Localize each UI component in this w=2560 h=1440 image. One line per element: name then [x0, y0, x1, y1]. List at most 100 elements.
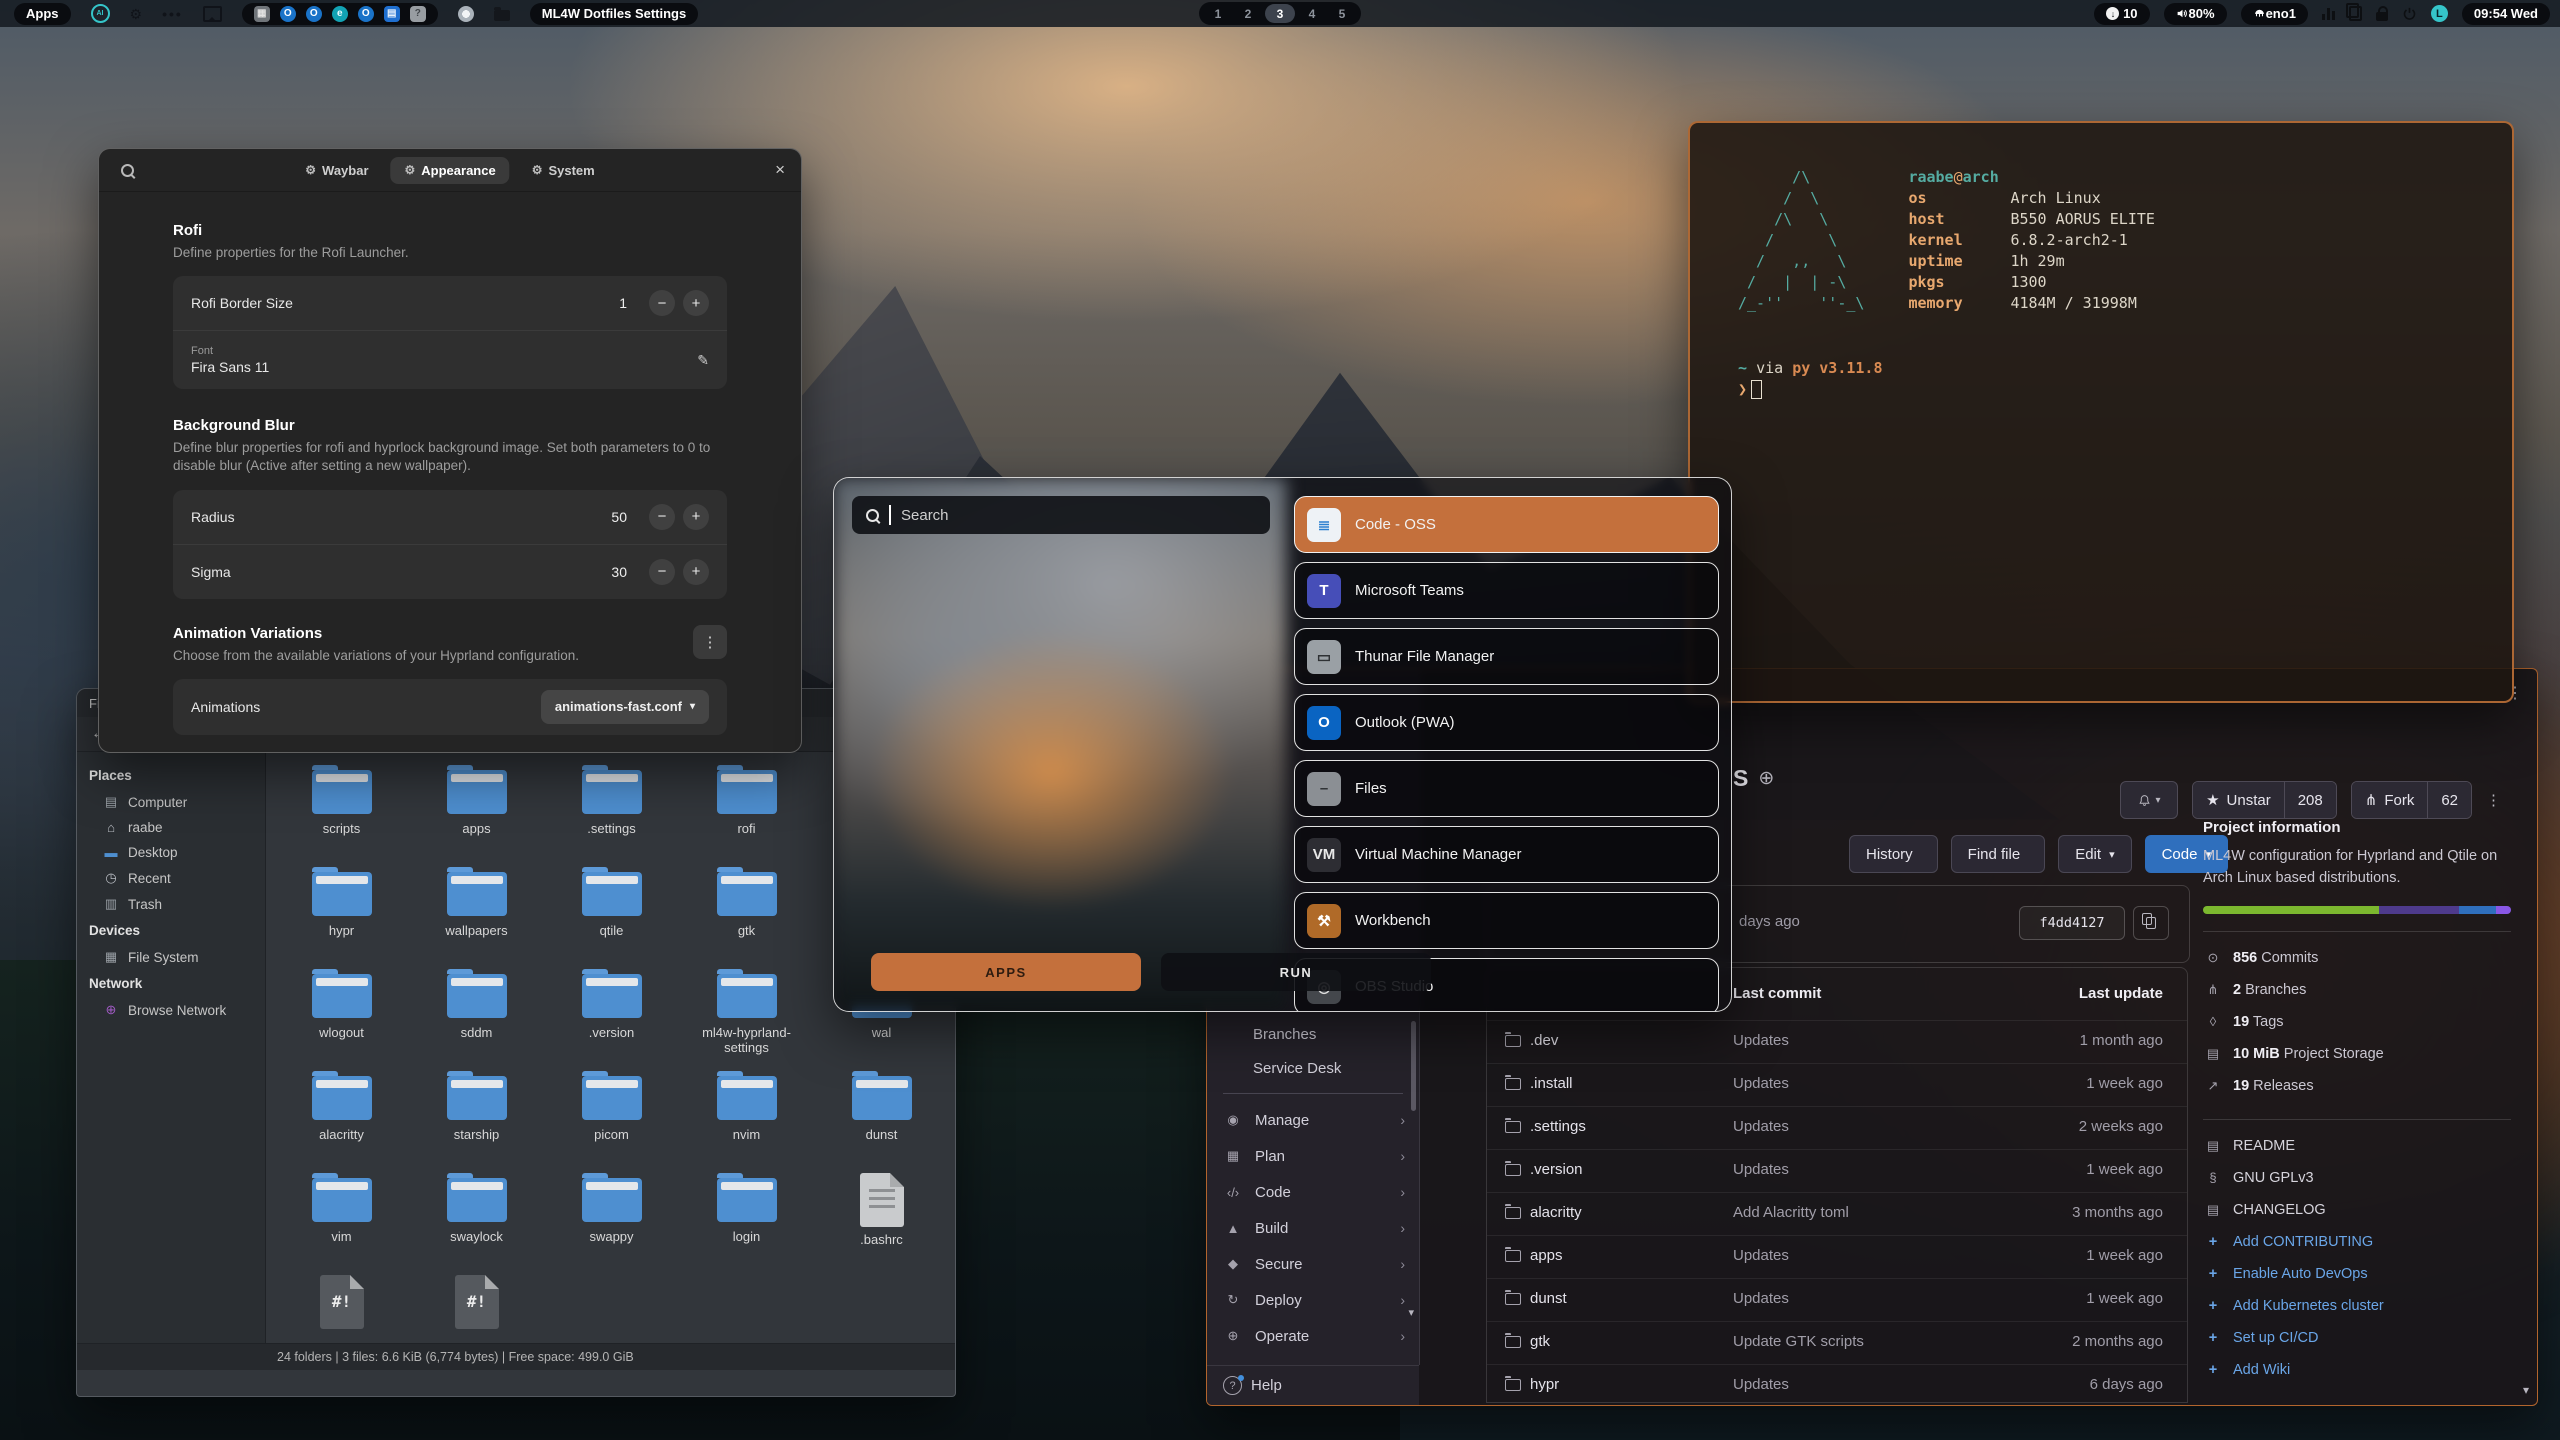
- network-pill[interactable]: eno1: [2241, 3, 2308, 25]
- launcher-app-item[interactable]: VM Virtual Machine Manager: [1294, 826, 1719, 883]
- sidebar-group[interactable]: ↻ Deploy ›: [1207, 1282, 1419, 1318]
- commit-message[interactable]: Updates: [1733, 1161, 1789, 1178]
- file-grid-item[interactable]: gtk: [679, 864, 814, 966]
- commit-message[interactable]: Updates: [1733, 1290, 1789, 1307]
- dock-app-icon[interactable]: e: [332, 6, 348, 22]
- updates-pill[interactable]: ↓ 10: [2094, 3, 2149, 25]
- workspace-button[interactable]: 3: [1265, 4, 1295, 23]
- actions-kebab-icon[interactable]: ⋮: [2486, 791, 2501, 809]
- dock-app-icon[interactable]: O: [358, 6, 374, 22]
- increment-button[interactable]: +: [683, 290, 709, 316]
- dock-app-icon[interactable]: O: [306, 6, 322, 22]
- file-grid-item[interactable]: rofi: [679, 762, 814, 864]
- file-name[interactable]: alacritty: [1530, 1204, 1582, 1221]
- wallpaper-icon[interactable]: [203, 6, 222, 22]
- workspace-button[interactable]: 4: [1299, 4, 1325, 23]
- workspace-button[interactable]: 2: [1235, 4, 1261, 23]
- sidebar-group[interactable]: ‹/› Code ›: [1207, 1174, 1419, 1210]
- repo-button[interactable]: Find file: [1951, 835, 2046, 873]
- sidebar-group[interactable]: ◆ Secure ›: [1207, 1246, 1419, 1282]
- file-grid-item[interactable]: #!: [274, 1272, 409, 1343]
- dock-app-icon[interactable]: ▤: [384, 6, 400, 22]
- scroll-down-icon[interactable]: ▾: [2523, 1383, 2529, 1397]
- project-action-link[interactable]: + Set up CI/CD: [2203, 1322, 2511, 1354]
- file-name[interactable]: hypr: [1530, 1376, 1559, 1393]
- commit-message[interactable]: Updates: [1733, 1376, 1789, 1393]
- file-grid-item[interactable]: .version: [544, 966, 679, 1068]
- project-action-link[interactable]: + Add Wiki: [2203, 1354, 2511, 1386]
- launcher-app-item[interactable]: ≣ Code - OSS: [1294, 496, 1719, 553]
- project-stat[interactable]: ▤ 10 MiB Project Storage: [2203, 1038, 2511, 1070]
- workspace-button[interactable]: 5: [1329, 4, 1355, 23]
- file-grid-item[interactable]: .bashrc: [814, 1170, 949, 1272]
- table-row[interactable]: dunst Updates 1 week ago: [1487, 1278, 2187, 1321]
- project-action-link[interactable]: + Add Kubernetes cluster: [2203, 1290, 2511, 1322]
- close-icon[interactable]: ×: [775, 160, 785, 180]
- sidebar-group[interactable]: ▦ Plan ›: [1207, 1138, 1419, 1174]
- file-grid-item[interactable]: dunst: [814, 1068, 949, 1170]
- power-icon[interactable]: [2402, 6, 2417, 21]
- lock-icon[interactable]: [2376, 12, 2388, 21]
- sidebar-place-item[interactable]: ◷ Recent: [77, 865, 265, 891]
- clock-pill[interactable]: 09:54 Wed: [2462, 3, 2550, 25]
- file-grid-item[interactable]: ml4w-hyprland-settings: [679, 966, 814, 1068]
- file-grid-item[interactable]: login: [679, 1170, 814, 1272]
- project-action-link[interactable]: + Enable Auto DevOps: [2203, 1258, 2511, 1290]
- table-row[interactable]: .install Updates 1 week ago: [1487, 1063, 2187, 1106]
- system-monitor-icon[interactable]: [2322, 7, 2335, 20]
- commit-message[interactable]: Updates: [1733, 1118, 1789, 1135]
- settings-titlebar[interactable]: ⚙ Waybar ⚙ Appearance ⚙ System ×: [99, 149, 801, 192]
- sidebar-group[interactable]: ◉ Manage ›: [1207, 1102, 1419, 1138]
- copy-hash-button[interactable]: [2133, 906, 2169, 940]
- project-doc-link[interactable]: ▤ README: [2203, 1130, 2511, 1162]
- increment-button[interactable]: +: [683, 504, 709, 530]
- tab-apps[interactable]: APPS: [871, 953, 1141, 991]
- fork-count[interactable]: 62: [2427, 782, 2471, 818]
- sidebar-device-item[interactable]: ▦ File System: [77, 944, 265, 970]
- commit-message[interactable]: Updates: [1733, 1075, 1789, 1092]
- dock-app-icon[interactable]: O: [280, 6, 296, 22]
- file-grid-item[interactable]: #!: [409, 1272, 544, 1343]
- project-stat[interactable]: ◊ 19 Tags: [2203, 1006, 2511, 1038]
- increment-button[interactable]: +: [683, 559, 709, 585]
- sidebar-place-item[interactable]: ▬ Desktop: [77, 840, 265, 865]
- file-grid-item[interactable]: wlogout: [274, 966, 409, 1068]
- launcher-app-item[interactable]: ⚒ Workbench: [1294, 892, 1719, 949]
- file-grid-item[interactable]: sddm: [409, 966, 544, 1068]
- commit-hash[interactable]: f4dd4127: [2019, 906, 2125, 940]
- tab-run[interactable]: RUN: [1161, 953, 1431, 991]
- sidebar-subitem[interactable]: Branches: [1207, 1017, 1419, 1051]
- file-grid-item[interactable]: qtile: [544, 864, 679, 966]
- sidebar-scrollbar[interactable]: [1411, 1021, 1416, 1111]
- sidebar-network-item[interactable]: ⊕ Browse Network: [77, 997, 265, 1023]
- file-grid-item[interactable]: starship: [409, 1068, 544, 1170]
- apps-menu-button[interactable]: Apps: [14, 3, 71, 25]
- table-row[interactable]: .version Updates 1 week ago: [1487, 1149, 2187, 1192]
- workspace-button[interactable]: 1: [1205, 4, 1231, 23]
- file-grid-item[interactable]: apps: [409, 762, 544, 864]
- project-action-link[interactable]: + Add CONTRIBUTING: [2203, 1226, 2511, 1258]
- file-grid-item[interactable]: swappy: [544, 1170, 679, 1272]
- chrome-icon[interactable]: [458, 6, 474, 22]
- volume-pill[interactable]: 80%: [2164, 3, 2227, 25]
- launcher-app-item[interactable]: T Microsoft Teams: [1294, 562, 1719, 619]
- last-commit-header[interactable]: Last commit: [1733, 985, 1821, 1002]
- search-icon[interactable]: [121, 164, 134, 177]
- project-stat[interactable]: ⋔ 2 Branches: [2203, 974, 2511, 1006]
- language-bar[interactable]: [2203, 906, 2511, 914]
- project-doc-link[interactable]: § GNU GPLv3: [2203, 1162, 2511, 1194]
- dock-app-icon[interactable]: ?: [410, 6, 426, 22]
- scroll-down-icon[interactable]: ▾: [1408, 1306, 1414, 1319]
- dock-app-icon[interactable]: ▦: [254, 6, 270, 22]
- launcher-app-item[interactable]: O Outlook (PWA): [1294, 694, 1719, 751]
- decrement-button[interactable]: −: [649, 559, 675, 585]
- sidebar-place-item[interactable]: ▥ Trash: [77, 891, 265, 917]
- commit-message[interactable]: Updates: [1733, 1247, 1789, 1264]
- update-icon[interactable]: AI: [91, 4, 110, 23]
- file-name[interactable]: dunst: [1530, 1290, 1567, 1307]
- file-name[interactable]: .version: [1530, 1161, 1583, 1178]
- search-input[interactable]: Search: [852, 496, 1270, 534]
- kebab-menu-button[interactable]: ⋮: [693, 625, 727, 659]
- table-row[interactable]: .settings Updates 2 weeks ago: [1487, 1106, 2187, 1149]
- table-row[interactable]: alacritty Add Alacritty toml 3 months ag…: [1487, 1192, 2187, 1235]
